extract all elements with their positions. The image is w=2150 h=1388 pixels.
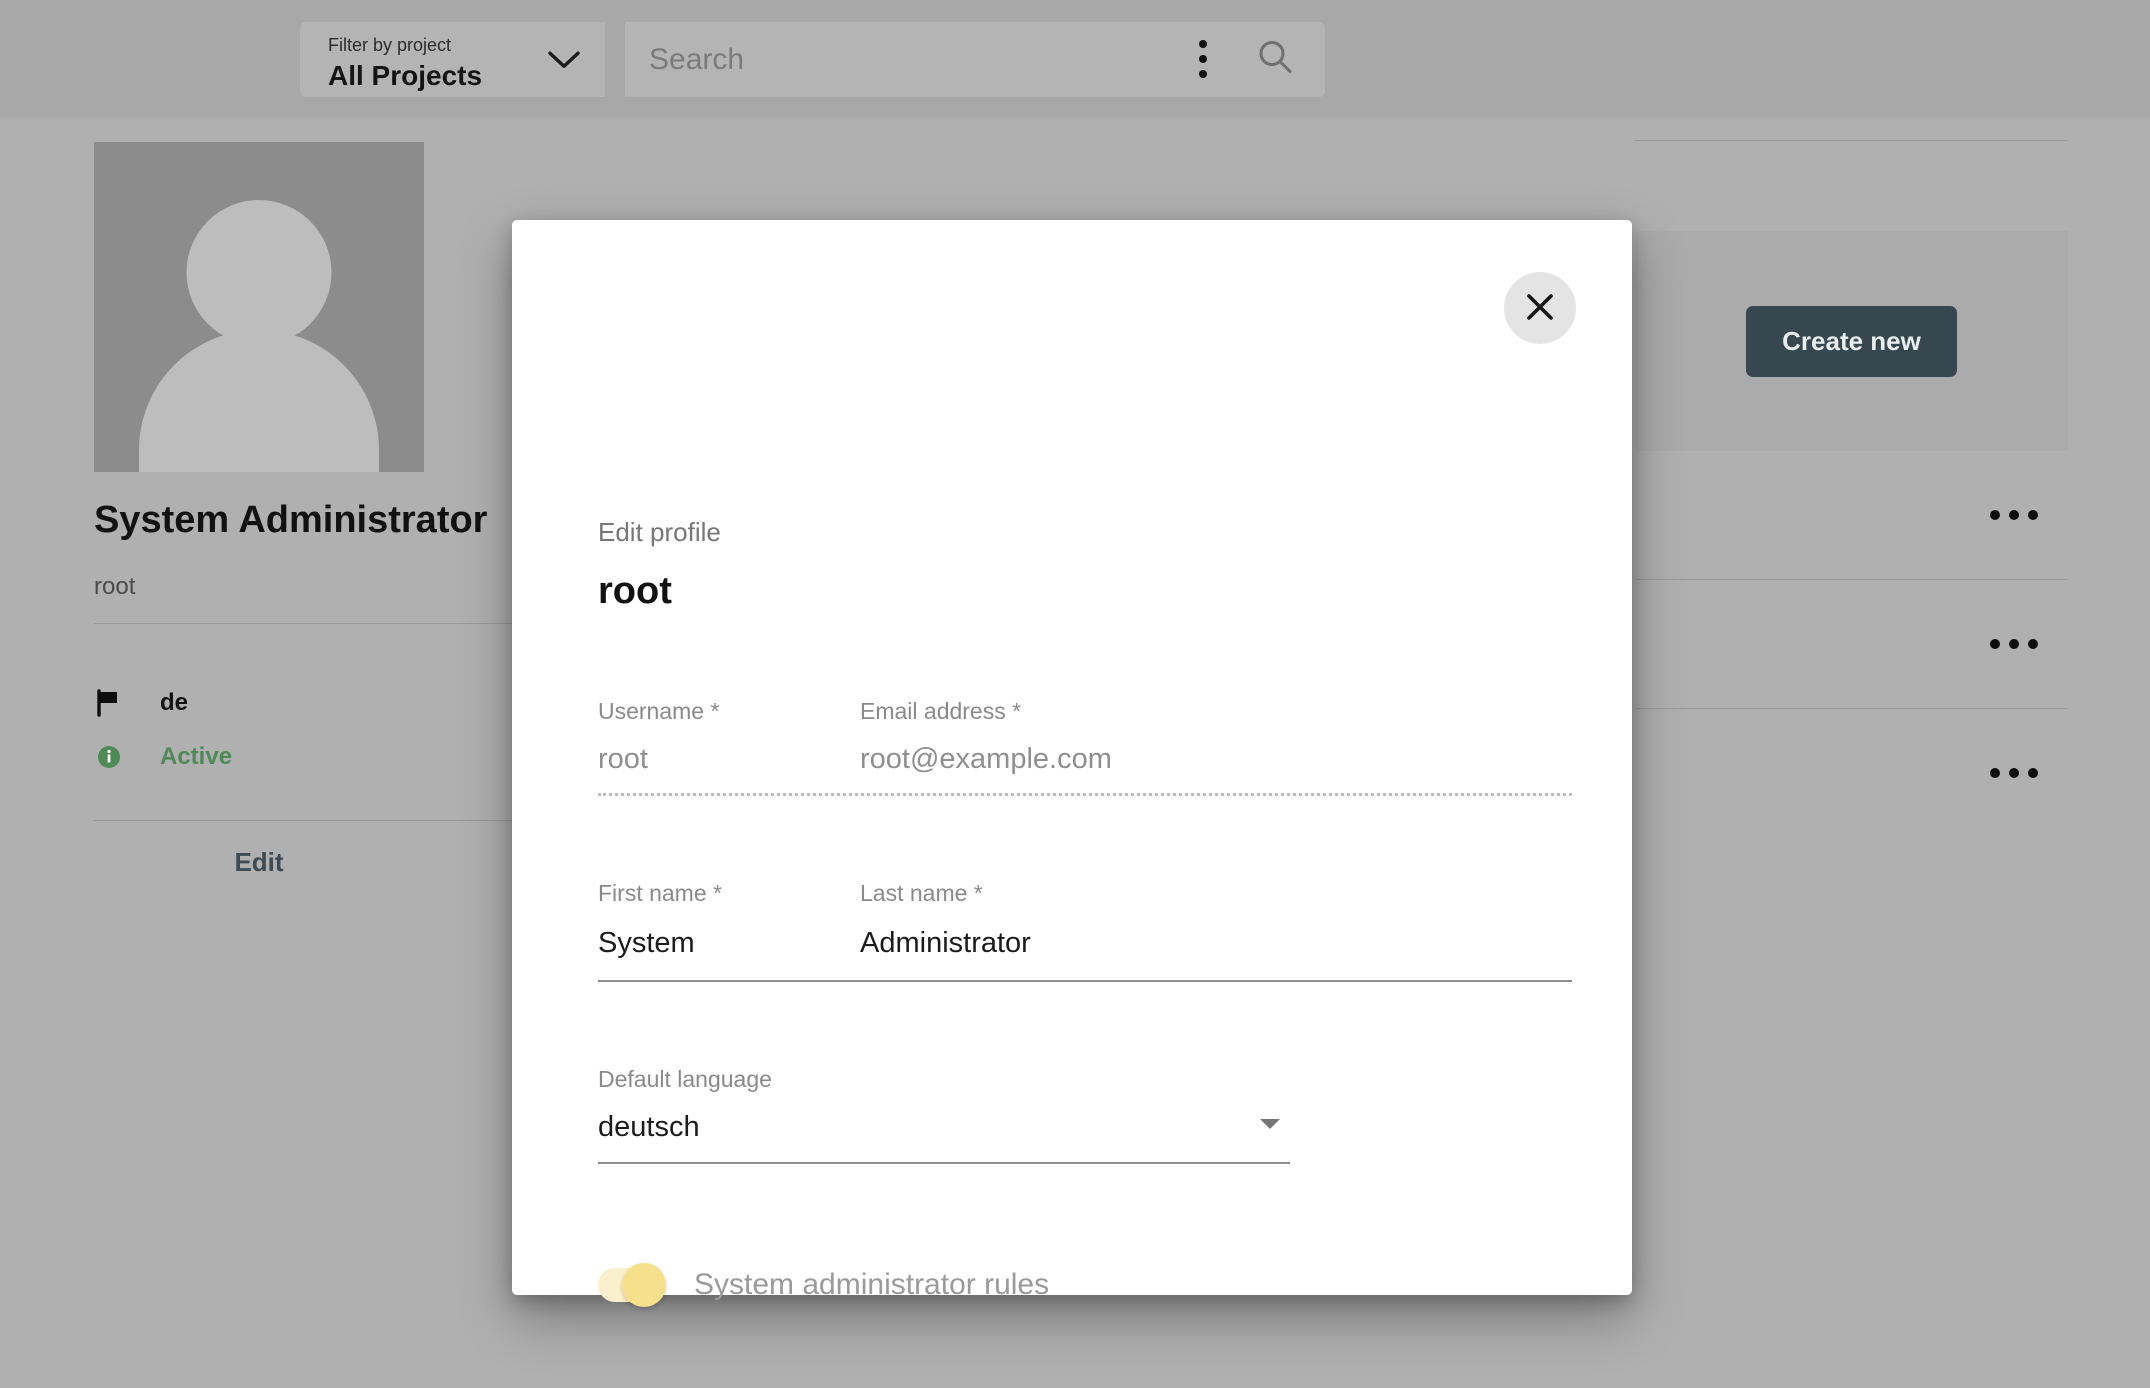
first-name-field[interactable]: First name *	[598, 882, 860, 960]
email-label: Email address *	[860, 698, 1022, 724]
dropdown-arrow-icon[interactable]	[1258, 1116, 1282, 1137]
email-value: root@example.com	[860, 743, 1112, 775]
edit-profile-form: Username * root Email address * root@exa…	[598, 700, 1572, 1388]
field-underline	[598, 1162, 1290, 1164]
dialog-title: root	[598, 570, 672, 612]
default-language-field[interactable]: Default language deutsch	[598, 1066, 1290, 1164]
system-admin-rules-label: System administrator rules	[694, 1268, 1050, 1301]
default-language-label: Default language	[598, 1066, 772, 1092]
first-name-input[interactable]	[598, 927, 860, 960]
edit-profile-dialog: Edit profile root Username * root Email …	[512, 220, 1632, 1307]
last-name-label: Last name *	[860, 880, 983, 906]
close-button[interactable]	[1504, 272, 1576, 344]
default-language-value: deutsch	[598, 1111, 700, 1143]
name-field-row: First name * Last name *	[598, 882, 1572, 982]
dialog-subtitle: Edit profile	[598, 517, 721, 547]
username-label: Username *	[598, 698, 720, 724]
username-value: root	[598, 743, 648, 775]
last-name-input[interactable]	[860, 927, 1550, 960]
field-underline	[598, 980, 1572, 982]
disabled-field-underline	[598, 793, 1572, 796]
toggle-knob	[622, 1263, 666, 1307]
close-icon	[1523, 290, 1557, 327]
system-admin-rules-toggle[interactable]	[598, 1263, 666, 1307]
last-name-field[interactable]: Last name *	[860, 882, 1550, 960]
first-name-label: First name *	[598, 880, 722, 906]
username-field: Username * root	[598, 700, 860, 774]
identity-field-row: Username * root Email address * root@exa…	[598, 700, 1572, 796]
email-field: Email address * root@example.com	[860, 700, 1550, 774]
system-admin-rules-row: System administrator rules	[598, 1263, 1572, 1307]
